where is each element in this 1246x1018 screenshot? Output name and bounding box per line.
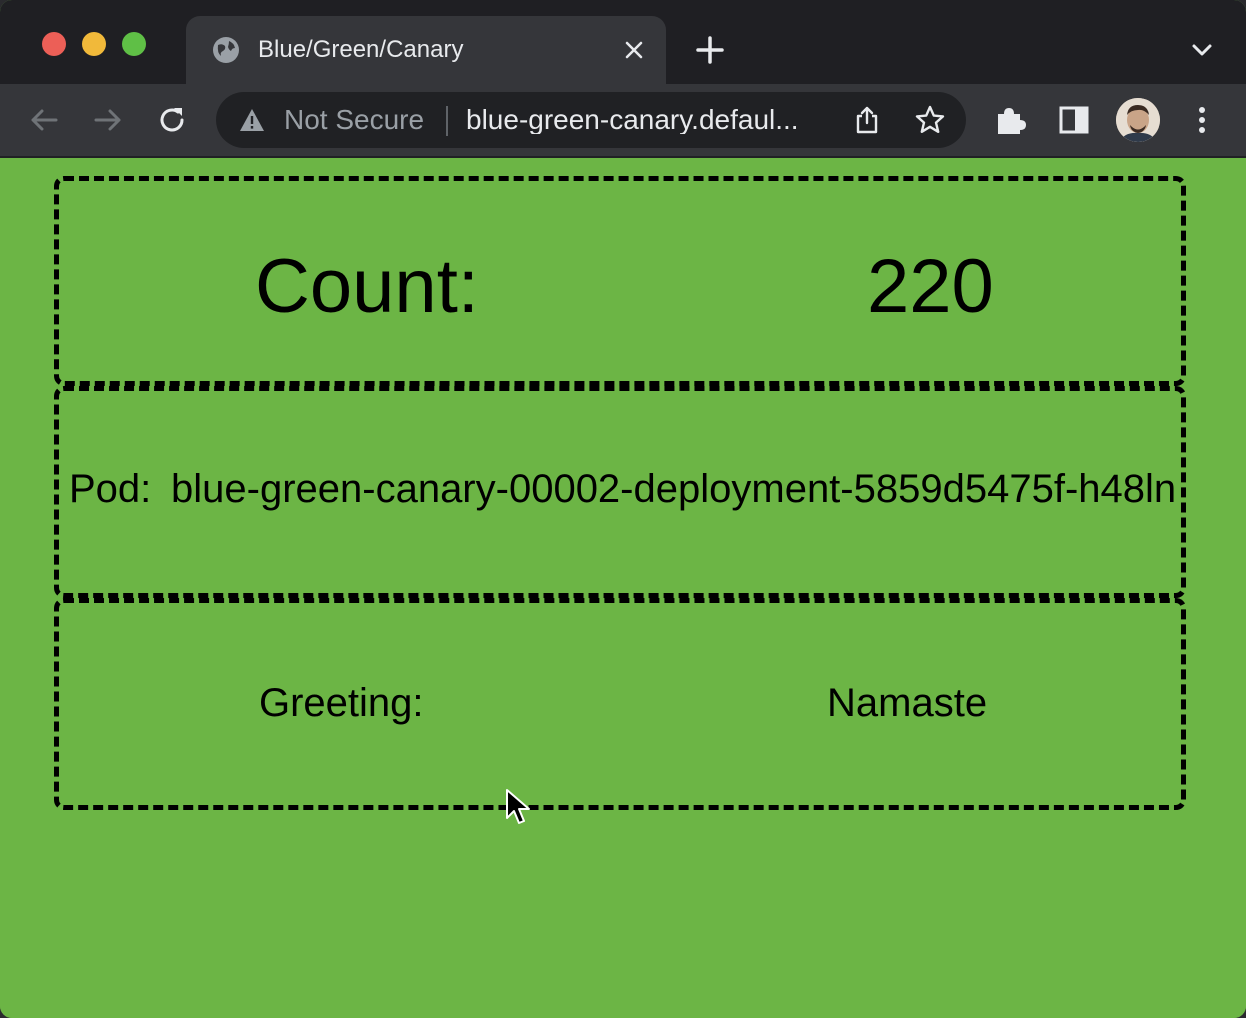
- count-value: 220: [867, 244, 994, 329]
- minimize-window-button[interactable]: [82, 32, 106, 56]
- greeting-panel: Greeting: Namaste: [54, 598, 1186, 810]
- bookmark-star-icon[interactable]: [914, 104, 946, 136]
- maximize-window-button[interactable]: [122, 32, 146, 56]
- close-tab-icon[interactable]: [622, 38, 646, 62]
- mouse-cursor-icon: [506, 789, 530, 824]
- security-status[interactable]: Not Secure: [284, 106, 424, 134]
- omnibox-divider: [446, 106, 448, 136]
- browser-toolbar: Not Secure blue-green-canary.defaul...: [0, 84, 1246, 158]
- pod-panel: Pod: blue-green-canary-00002-deployment-…: [54, 386, 1186, 598]
- browser-tab[interactable]: Blue/Green/Canary: [186, 16, 666, 84]
- pod-label: Pod:: [69, 467, 152, 511]
- greeting-label: Greeting:: [259, 681, 424, 725]
- page-content: Count: 220 Pod: blue-green-canary-00002-…: [0, 158, 1246, 1018]
- tab-strip: Blue/Green/Canary: [0, 0, 1246, 84]
- side-panel-icon[interactable]: [1056, 102, 1092, 138]
- warning-icon[interactable]: [238, 106, 266, 134]
- person-icon: [1116, 98, 1160, 142]
- globe-icon: [213, 37, 239, 63]
- share-icon[interactable]: [852, 104, 882, 136]
- address-bar[interactable]: Not Secure blue-green-canary.defaul...: [216, 92, 966, 148]
- browser-window: Blue/Green/Canary Not Secure blue-green-…: [0, 0, 1246, 1018]
- new-tab-icon[interactable]: [694, 34, 726, 66]
- count-panel: Count: 220: [54, 176, 1186, 386]
- greeting-value: Namaste: [827, 681, 988, 725]
- forward-arrow-icon[interactable]: [90, 102, 126, 138]
- more-menu-icon[interactable]: [1184, 102, 1220, 138]
- back-arrow-icon[interactable]: [26, 102, 62, 138]
- reload-icon[interactable]: [154, 102, 190, 138]
- pod-value: blue-green-canary-00002-deployment-5859d…: [171, 467, 1177, 511]
- chevron-down-icon[interactable]: [1188, 38, 1216, 62]
- count-label: Count:: [255, 244, 479, 329]
- url-text[interactable]: blue-green-canary.defaul...: [466, 106, 830, 134]
- profile-avatar[interactable]: [1116, 98, 1160, 142]
- extensions-puzzle-icon[interactable]: [992, 102, 1028, 138]
- close-window-button[interactable]: [42, 32, 66, 56]
- tab-title: Blue/Green/Canary: [258, 36, 464, 63]
